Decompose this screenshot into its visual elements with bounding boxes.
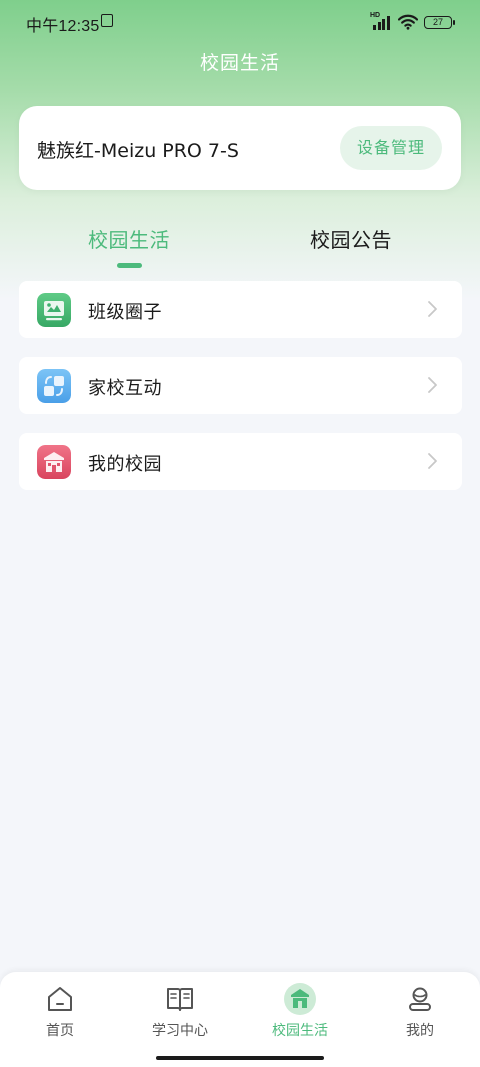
signal-icon: HD [370, 12, 392, 30]
nav-item-study-center[interactable]: 学习中心 [120, 972, 240, 1052]
wifi-icon [398, 14, 418, 30]
campus-icon [284, 983, 316, 1015]
device-name: 魅族红-Meizu PRO 7-S [37, 140, 239, 162]
status-icons: HD 27 [370, 12, 455, 31]
nav-label: 我的 [406, 1023, 434, 1039]
profile-icon [409, 987, 431, 1011]
book-icon [167, 988, 193, 1011]
list-item-home-school[interactable]: 家校互动 [19, 357, 462, 414]
list-item-label: 家校互动 [88, 378, 162, 399]
nav-item-home[interactable]: 首页 [0, 972, 120, 1052]
status-time: 中午12:35 [26, 18, 100, 35]
chevron-right-icon [428, 453, 437, 469]
tab-campus-notice[interactable]: 校园公告 [310, 224, 392, 253]
device-card: 魅族红-Meizu PRO 7-S 设备管理 [19, 106, 461, 190]
class-circle-icon [37, 293, 71, 327]
notification-icon [101, 14, 113, 27]
home-icon [48, 987, 72, 1011]
nav-label: 校园生活 [272, 1023, 328, 1039]
my-campus-icon [37, 445, 71, 479]
chevron-right-icon [428, 377, 437, 393]
list-item-my-campus[interactable]: 我的校园 [19, 433, 462, 490]
device-manage-button[interactable]: 设备管理 [340, 126, 442, 170]
list-item-label: 我的校园 [88, 454, 162, 475]
tab-bar: 校园生活 校园公告 [0, 218, 480, 270]
tab-campus-life[interactable]: 校园生活 [88, 224, 170, 253]
list-item-class-circle[interactable]: 班级圈子 [19, 281, 462, 338]
tab-active-indicator [117, 263, 142, 268]
home-indicator [156, 1056, 324, 1060]
nav-label: 学习中心 [152, 1023, 208, 1039]
bottom-nav: 首页 学习中心 校园生活 我的 [0, 972, 480, 1067]
battery-icon: 27 [424, 15, 455, 29]
page-title: 校园生活 [199, 52, 280, 74]
chevron-right-icon [428, 301, 437, 317]
status-bar: 中午12:35 HD 27 [0, 0, 480, 44]
nav-item-campus-life[interactable]: 校园生活 [240, 972, 360, 1052]
nav-item-mine[interactable]: 我的 [360, 972, 480, 1052]
home-school-icon [37, 369, 71, 403]
list-item-label: 班级圈子 [88, 302, 162, 323]
nav-label: 首页 [46, 1023, 74, 1039]
